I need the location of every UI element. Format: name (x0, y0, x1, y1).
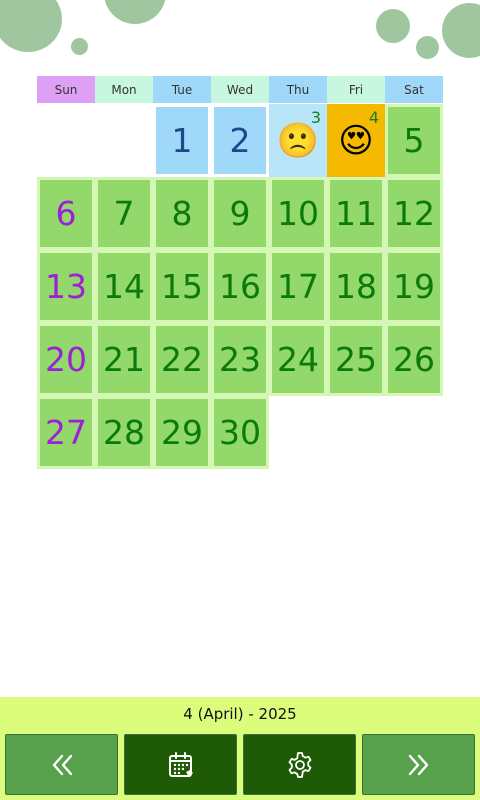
day-number-badge: 3 (310, 108, 321, 127)
decor-bubble (0, 0, 62, 52)
day-number: 10 (277, 194, 319, 233)
decor-bubble (376, 9, 410, 43)
day-cell-5[interactable]: 5 (385, 104, 443, 177)
day-number: 21 (103, 340, 145, 379)
day-cell-29[interactable]: 29 (153, 396, 211, 469)
previous-month-button[interactable] (5, 734, 118, 795)
weekday-header: Sun Mon Tue Wed Thu Fri Sat (37, 76, 443, 103)
day-number: 11 (335, 194, 377, 233)
bottom-bar: 4 (April) - 2025 (0, 697, 480, 800)
day-cell-20[interactable]: 20 (37, 323, 95, 396)
day-number-badge: 4 (368, 108, 379, 127)
day-number: 28 (103, 413, 145, 452)
decor-bubble (104, 0, 166, 24)
mood-emoji-icon: 🙁 (276, 120, 320, 161)
day-number: 16 (219, 267, 261, 306)
day-cell-21[interactable]: 21 (95, 323, 153, 396)
day-number: 17 (277, 267, 319, 306)
decor-bubble (416, 36, 439, 59)
day-cell-1[interactable]: 1 (153, 104, 211, 177)
day-number: 9 (229, 194, 251, 233)
day-cell-24[interactable]: 24 (269, 323, 327, 396)
day-number: 30 (219, 413, 261, 452)
day-cell-18[interactable]: 18 (327, 250, 385, 323)
day-number: 26 (393, 340, 435, 379)
day-cell-3[interactable]: 🙁 3 (269, 104, 327, 177)
day-number: 24 (277, 340, 319, 379)
day-number: 22 (161, 340, 203, 379)
day-number: 14 (103, 267, 145, 306)
day-cell-14[interactable]: 14 (95, 250, 153, 323)
weekday-wed: Wed (211, 76, 269, 103)
day-cell-22[interactable]: 22 (153, 323, 211, 396)
day-cell-26[interactable]: 26 (385, 323, 443, 396)
day-cell-16[interactable]: 16 (211, 250, 269, 323)
decor-bubble (71, 38, 88, 55)
day-cell-10[interactable]: 10 (269, 177, 327, 250)
day-cell-11[interactable]: 11 (327, 177, 385, 250)
day-number: 20 (45, 340, 87, 379)
day-number: 18 (335, 267, 377, 306)
settings-button[interactable] (243, 734, 356, 795)
day-number: 15 (161, 267, 203, 306)
day-cell-17[interactable]: 17 (269, 250, 327, 323)
day-cell-8[interactable]: 8 (153, 177, 211, 250)
next-month-button[interactable] (362, 734, 475, 795)
day-cell-30[interactable]: 30 (211, 396, 269, 469)
day-number: 2 (229, 121, 251, 160)
calendar-view-button[interactable] (124, 734, 237, 795)
double-chevron-right-icon (408, 754, 428, 775)
day-cell-6[interactable]: 6 (37, 177, 95, 250)
day-cell-28[interactable]: 28 (95, 396, 153, 469)
day-number: 7 (113, 194, 135, 233)
day-number: 5 (403, 121, 425, 160)
day-number: 27 (45, 413, 87, 452)
day-number: 1 (171, 121, 193, 160)
day-cell-15[interactable]: 15 (153, 250, 211, 323)
double-chevron-left-icon (52, 754, 72, 775)
day-cell-2[interactable]: 2 (211, 104, 269, 177)
day-cell-12[interactable]: 12 (385, 177, 443, 250)
day-cell-25[interactable]: 25 (327, 323, 385, 396)
day-cell-23[interactable]: 23 (211, 323, 269, 396)
day-cell-27[interactable]: 27 (37, 396, 95, 469)
day-number: 23 (219, 340, 261, 379)
day-number: 19 (393, 267, 435, 306)
weekday-fri: Fri (327, 76, 385, 103)
day-number: 8 (171, 194, 193, 233)
weekday-mon: Mon (95, 76, 153, 103)
weekday-thu: Thu (269, 76, 327, 103)
month-label: 4 (April) - 2025 (183, 705, 297, 723)
day-number: 29 (161, 413, 203, 452)
day-number: 13 (45, 267, 87, 306)
day-cell-9[interactable]: 9 (211, 177, 269, 250)
day-number: 12 (393, 194, 435, 233)
day-cell-13[interactable]: 13 (37, 250, 95, 323)
gear-icon (288, 751, 311, 778)
day-cell-4[interactable]: 😍 4 (327, 104, 385, 177)
weekday-sat: Sat (385, 76, 443, 103)
day-number: 25 (335, 340, 377, 379)
day-cell-19[interactable]: 19 (385, 250, 443, 323)
mood-emoji-icon: 😍 (338, 120, 374, 161)
decor-bubble (442, 3, 480, 58)
calendar-icon (168, 751, 193, 777)
weekday-tue: Tue (153, 76, 211, 103)
day-number: 6 (55, 194, 77, 233)
weekday-sun: Sun (37, 76, 95, 103)
day-cell-7[interactable]: 7 (95, 177, 153, 250)
